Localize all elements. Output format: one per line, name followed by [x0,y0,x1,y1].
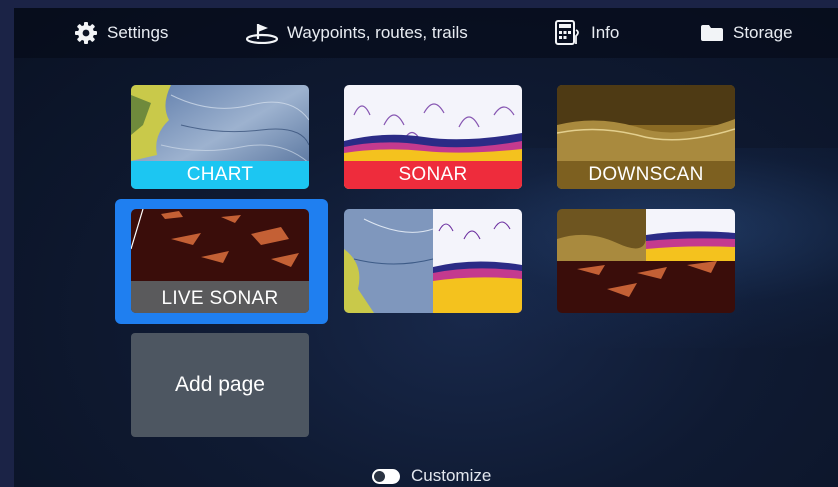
toggle-icon [372,468,400,484]
waypoint-flag-icon [246,22,278,44]
sonar-page-tile[interactable]: SONAR [344,85,522,189]
add-page-label: Add page [175,373,265,396]
storage-label: Storage [733,23,793,42]
info-label: Info [591,23,620,42]
customize-toggle[interactable]: Customize [372,464,491,487]
waypoints-button[interactable]: Waypoints, routes, trails [246,8,468,58]
add-page-button[interactable]: Add page [131,333,309,437]
customize-label: Customize [411,466,492,485]
settings-label: Settings [107,23,169,42]
downscan-sonar-live-thumbnail [557,209,735,313]
folder-icon [700,23,724,43]
chart-sonar-thumbnail [344,209,522,313]
waypoints-label: Waypoints, routes, trails [287,23,468,42]
live-sonar-page-tile[interactable]: LIVE SONAR [131,209,309,313]
info-button[interactable]: Info [554,8,619,58]
top-bar: Settings Waypoints, routes, trails Info … [14,8,838,58]
home-screen: Settings Waypoints, routes, trails Info … [14,8,838,487]
gear-icon [74,21,98,45]
info-calculator-icon [554,20,582,46]
live-sonar-tile-label: LIVE SONAR [131,285,309,313]
downscan-tile-label: DOWNSCAN [557,161,735,189]
chart-page-tile[interactable]: CHART [131,85,309,189]
sonar-tile-label: SONAR [344,161,522,189]
storage-button[interactable]: Storage [700,8,793,58]
chart-tile-label: CHART [131,161,309,189]
downscan-page-tile[interactable]: DOWNSCAN [557,85,735,189]
settings-button[interactable]: Settings [74,8,168,58]
downscan-sonar-live-tile[interactable] [557,209,735,313]
chart-sonar-split-tile[interactable] [344,209,522,313]
